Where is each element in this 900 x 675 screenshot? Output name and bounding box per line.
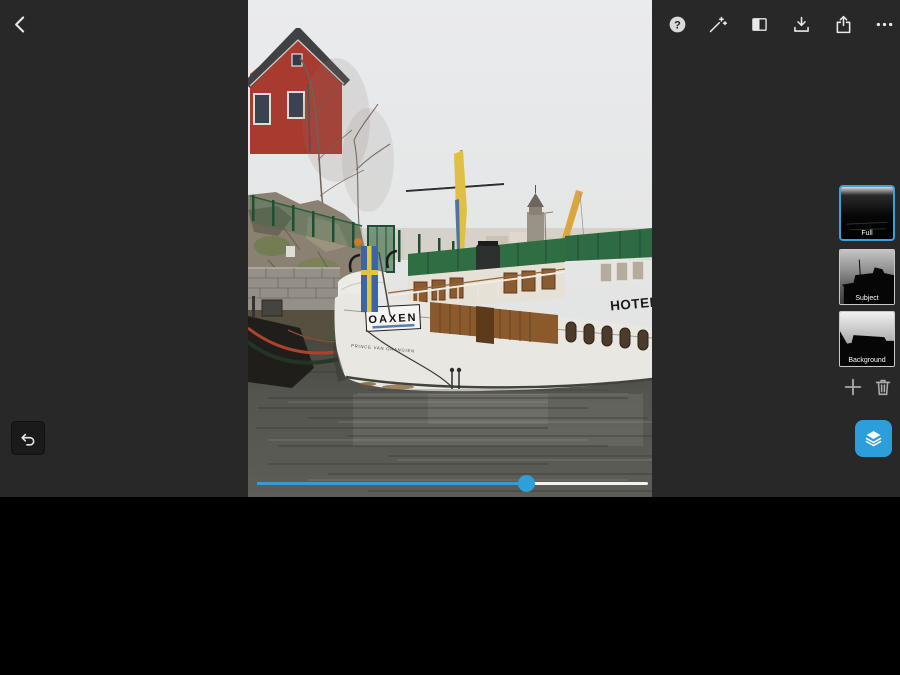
mask-thumb-subject[interactable]: Subject xyxy=(839,249,895,305)
add-mask-button[interactable] xyxy=(842,376,864,398)
mask-label: Background xyxy=(840,357,894,364)
more-button[interactable] xyxy=(872,12,896,36)
share-button[interactable] xyxy=(831,12,855,36)
layers-button[interactable] xyxy=(855,420,892,457)
bottom-panel: Selection Tools Light Color Effects Deta… xyxy=(0,497,900,675)
delete-mask-button[interactable] xyxy=(872,376,894,398)
mask-label: Full xyxy=(841,230,893,237)
mask-thumb-background[interactable]: Background xyxy=(839,311,895,367)
download-button[interactable] xyxy=(789,12,813,36)
oaxen-sign-text: OAXEN xyxy=(368,312,418,327)
auto-enhance-button[interactable] xyxy=(705,12,729,36)
boat-photo: HOTEL OAXEN PRINCE VAN ORANGIEN xyxy=(248,0,652,497)
photo-canvas[interactable]: HOTEL OAXEN PRINCE VAN ORANGIEN xyxy=(248,0,652,497)
mask-label: Subject xyxy=(840,295,894,302)
back-button[interactable] xyxy=(8,12,32,36)
help-button[interactable]: ? xyxy=(665,12,689,36)
help-icon: ? xyxy=(674,19,681,31)
slider-fill xyxy=(257,482,526,485)
before-after-button[interactable] xyxy=(747,12,771,36)
canvas-area: HOTEL OAXEN PRINCE VAN ORANGIEN xyxy=(0,0,900,497)
photo-editor-app: HOTEL OAXEN PRINCE VAN ORANGIEN xyxy=(0,0,900,675)
undo-button[interactable] xyxy=(12,422,44,454)
adjustment-slider[interactable] xyxy=(257,474,648,492)
mask-thumb-full[interactable]: Full xyxy=(839,185,895,241)
slider-thumb[interactable] xyxy=(518,475,535,492)
